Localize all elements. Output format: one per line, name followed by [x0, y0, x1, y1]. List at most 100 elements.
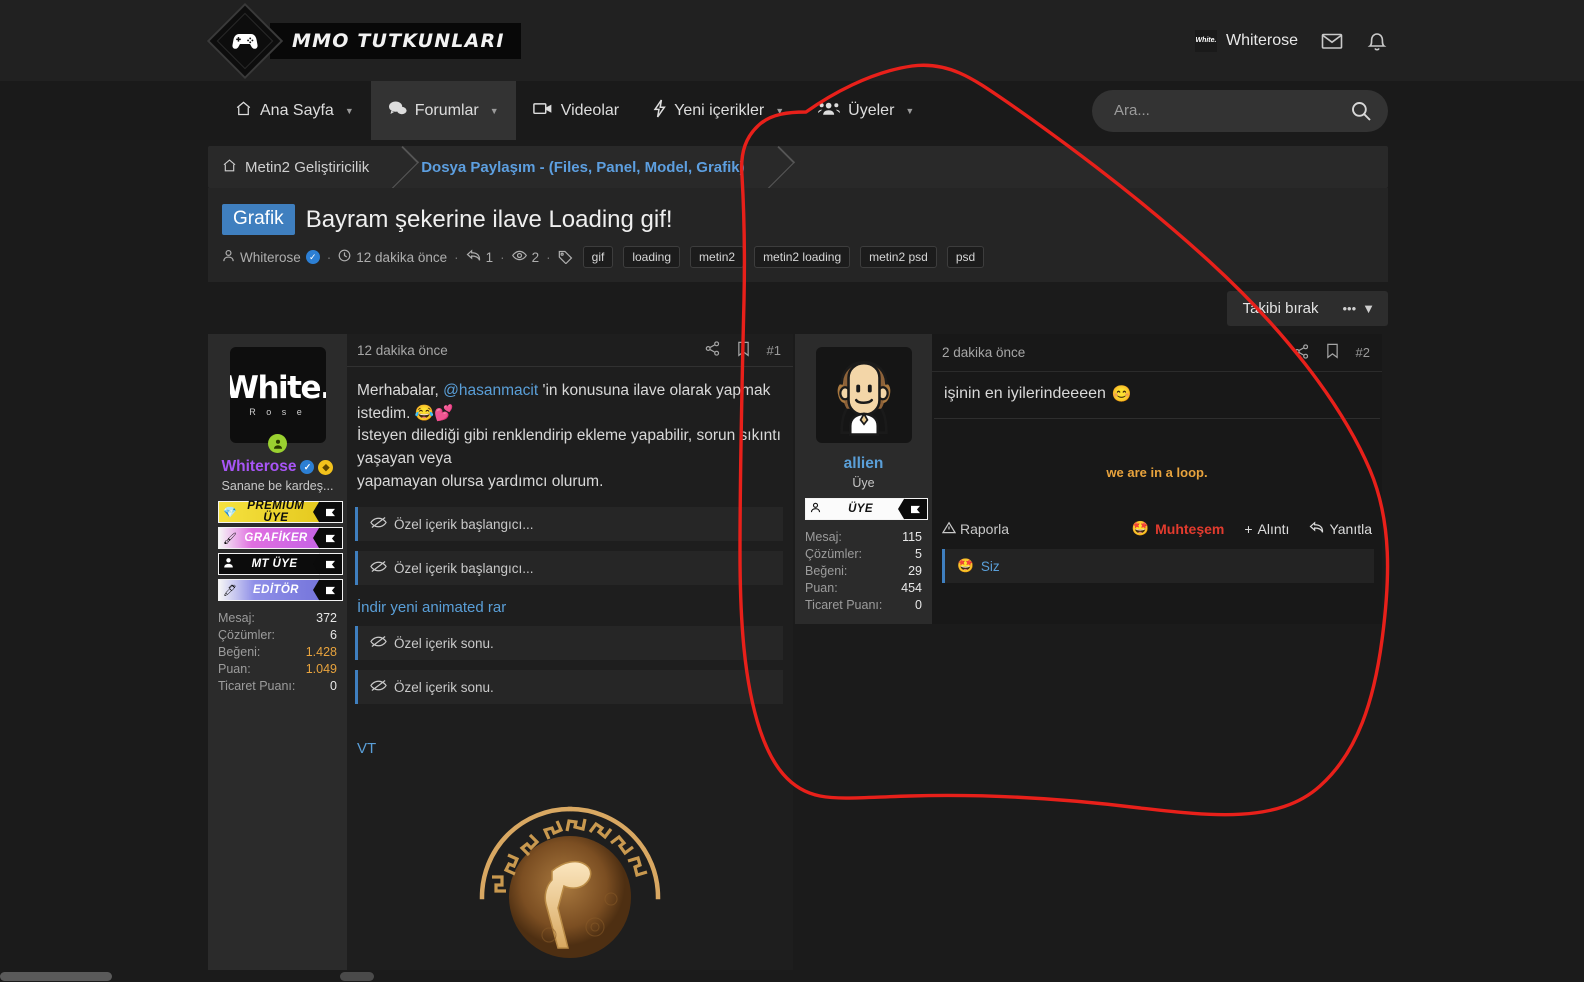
topic-prefix-badge[interactable]: Grafik: [222, 204, 295, 235]
topic-tag[interactable]: gif: [582, 246, 614, 268]
topic-author-name: Whiterose: [240, 249, 301, 265]
reactions-bar[interactable]: 🤩 Siz: [942, 549, 1374, 583]
avatar-line2: R o s e: [249, 407, 306, 417]
online-status-icon: [268, 434, 287, 453]
post-author-name[interactable]: Whiterose ✓ ◆: [222, 458, 334, 476]
reaction-button-muhtesem[interactable]: 🤩 Muhteşem: [1132, 520, 1225, 537]
nav-item-ana-sayfa[interactable]: Ana Sayfa ▼: [218, 81, 371, 140]
follow-button-group[interactable]: Takibi bırak ••• ▼: [1226, 291, 1388, 326]
stat-value: 0: [330, 679, 337, 693]
stat-row: Çözümler: 5: [805, 546, 922, 563]
reaction-user-label[interactable]: Siz: [981, 559, 1000, 574]
topic-tag[interactable]: psd: [946, 246, 985, 268]
topic-author[interactable]: Whiterose ✓: [222, 249, 320, 265]
stat-key: Çözümler:: [218, 628, 275, 642]
special-label: Özel içerik başlangıcı...: [394, 560, 534, 576]
vt-link[interactable]: VT: [347, 714, 793, 767]
page-content: Metin2 Geliştiricilik Dosya Paylaşım - (…: [0, 146, 1584, 978]
stat-value: 1.428: [305, 645, 337, 659]
stat-key: Puan:: [805, 581, 838, 595]
avatar[interactable]: [815, 347, 912, 443]
more-dots-icon: •••: [1342, 301, 1357, 316]
more-options-button[interactable]: ••• ▼: [1334, 292, 1388, 325]
stat-key: Ticaret Puanı:: [218, 679, 296, 693]
video-icon: [532, 101, 553, 121]
account-menu[interactable]: White. Whiterose: [1194, 29, 1298, 52]
topic-tag[interactable]: metin2 loading: [754, 246, 851, 268]
nav-item-uyeler[interactable]: Üyeler ▼: [801, 81, 931, 140]
scrollbar-thumb[interactable]: [0, 972, 112, 981]
post-message-text: işinin en iyilerindeeeen: [944, 385, 1106, 402]
stat-value: 1.049: [305, 662, 337, 676]
hidden-eye-icon: [370, 560, 387, 576]
bell-icon[interactable]: [1366, 29, 1388, 53]
stat-key: Puan:: [218, 662, 251, 676]
search-bar[interactable]: [1092, 89, 1388, 132]
breadcrumb-item-1[interactable]: Dosya Paylaşım - (Files, Panel, Model, G…: [407, 146, 762, 188]
user-icon: [222, 249, 235, 265]
post-line-3: yapamayan olursa yardımcı olurum.: [357, 472, 604, 490]
avatar[interactable]: White. R o s e: [229, 347, 326, 443]
search-input[interactable]: [1114, 102, 1342, 119]
breadcrumb-label: Dosya Paylaşım - (Files, Panel, Model, G…: [421, 158, 745, 176]
loop-notice: we are in a loop.: [1106, 465, 1208, 480]
search-icon[interactable]: [1342, 100, 1380, 122]
post-author-name[interactable]: allien: [844, 455, 884, 473]
nav-item-yeni-icerikler[interactable]: Yeni içerikler ▼: [636, 81, 801, 140]
smile-emoji-icon: 😊: [1111, 386, 1132, 403]
stat-row: Beğeni: 29: [805, 563, 922, 580]
stat-row: Puan: 454: [805, 580, 922, 597]
user-icon: [810, 502, 821, 516]
nav-label: Üyeler: [848, 101, 895, 119]
post-1: White. R o s e Whiterose ✓ ◆ Sanane be k…: [208, 334, 793, 978]
nav-item-videolar[interactable]: Videolar: [516, 81, 636, 140]
stat-row: Beğeni: 1.428: [218, 644, 337, 661]
nav-label: Forumlar: [414, 101, 479, 119]
share-icon[interactable]: [1294, 343, 1309, 362]
mention-link[interactable]: @hasanmacit: [443, 382, 538, 399]
quote-button[interactable]: + Alıntı: [1244, 521, 1289, 537]
reply-button[interactable]: Yanıtla: [1309, 521, 1372, 537]
post-author-card: allien Üye ÜYE Mesaj: 115 Çözümler: 5 Be…: [795, 334, 932, 624]
rank-badge-uye: ÜYE: [805, 498, 928, 520]
eye-icon: [511, 249, 527, 265]
breadcrumb-label: Metin2 Geliştiricilik: [245, 158, 370, 176]
stat-key: Beğeni:: [805, 564, 848, 578]
breadcrumb: Metin2 Geliştiricilik Dosya Paylaşım - (…: [208, 146, 1388, 188]
post-number[interactable]: #1: [767, 343, 781, 358]
feather-icon: 🖊: [223, 584, 237, 597]
report-button[interactable]: Raporla: [941, 521, 1009, 537]
scrollbar-thumb-secondary[interactable]: [340, 972, 374, 981]
topic-actions: Takibi bırak ••• ▼: [208, 282, 1388, 334]
special-content-start-2: Özel içerik başlangıcı...: [355, 551, 783, 586]
gem-icon: 💎: [223, 506, 237, 519]
page-title: Bayram şekerine ilave Loading gif!: [305, 205, 673, 233]
topic-tag[interactable]: metin2: [690, 246, 745, 268]
topic-tag[interactable]: loading: [623, 246, 681, 268]
stat-key: Beğeni:: [218, 645, 261, 659]
stat-key: Mesaj:: [218, 611, 255, 625]
topic-meta: Whiterose ✓ · 12 dakika önce · 1 · 2 · g…: [222, 246, 1372, 268]
site-logo[interactable]: MMO TUTKUNLARI: [206, 2, 521, 79]
bookmark-icon[interactable]: [737, 341, 750, 360]
bookmark-icon[interactable]: [1326, 343, 1339, 362]
share-icon[interactable]: [705, 341, 720, 359]
stat-value: 115: [902, 530, 922, 544]
post-time: 12 dakika önce: [357, 342, 448, 358]
post-author-title: Üye: [852, 476, 875, 490]
stat-row: Puan: 1.049: [218, 661, 337, 678]
download-link[interactable]: İndir yeni animated rar: [347, 595, 793, 616]
post-line-2: İsteyen dilediği gibi renklendirip eklem…: [357, 427, 781, 467]
topic-views: 2: [511, 249, 539, 265]
post-number[interactable]: #2: [1356, 345, 1370, 360]
clock-icon: [338, 249, 351, 265]
avatar: White.: [1194, 29, 1217, 52]
nav-item-forumlar[interactable]: Forumlar ▼: [370, 81, 516, 140]
rank-badge-grafiker: 🖌 GRAFİKER: [218, 527, 343, 549]
special-label: Özel içerik sonu.: [394, 635, 494, 651]
envelope-icon[interactable]: [1320, 29, 1344, 53]
unfollow-button[interactable]: Takibi bırak: [1227, 291, 1335, 326]
topic-tag[interactable]: metin2 psd: [860, 246, 937, 268]
breadcrumb-item-0[interactable]: Metin2 Geliştiricilik: [208, 146, 387, 188]
horizontal-scrollbar[interactable]: [0, 970, 1584, 982]
